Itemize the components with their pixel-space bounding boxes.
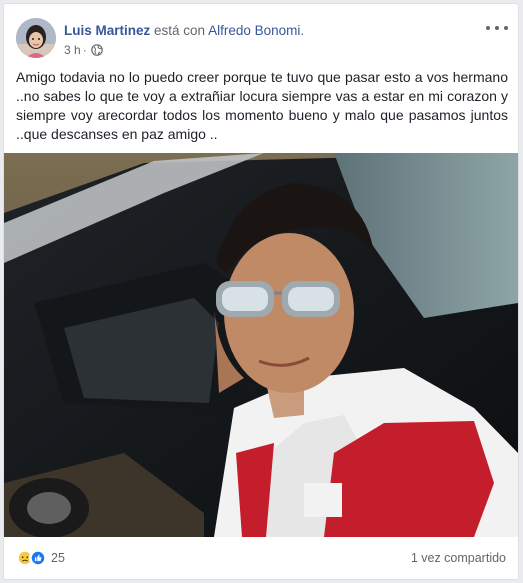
photo-image [4,153,518,537]
post-header: Luis Martinez está con Alfredo Bonomi. 3… [16,16,508,60]
avatar[interactable] [16,18,56,58]
like-reaction-icon [29,549,47,567]
post-timestamp[interactable]: 3 h [64,42,81,58]
post-photo[interactable] [4,153,518,537]
tagged-suffix: . [300,23,305,38]
more-dots-icon [486,26,490,30]
tagged-friend-link[interactable]: Alfredo Bonomi [208,23,300,38]
post-text: Amigo todavia no lo puedo creer porque t… [16,69,508,142]
meta-separator: · [82,43,87,57]
shares-count-link[interactable]: 1 vez compartido [411,549,506,567]
post-meta: 3 h · [64,42,103,58]
post-author-line: Luis Martinez está con Alfredo Bonomi. [64,22,304,40]
reaction-count: 25 [51,551,65,565]
author-name-link[interactable]: Luis Martinez [64,23,150,38]
post-footer: 25 1 vez compartido [16,545,506,573]
reactions-summary[interactable]: 25 [16,549,65,567]
more-options-button[interactable] [486,20,508,36]
globe-icon[interactable] [90,44,103,56]
with-text: está con [150,23,209,38]
post-card: Luis Martinez está con Alfredo Bonomi. 3… [3,3,519,580]
avatar-image [16,18,56,58]
